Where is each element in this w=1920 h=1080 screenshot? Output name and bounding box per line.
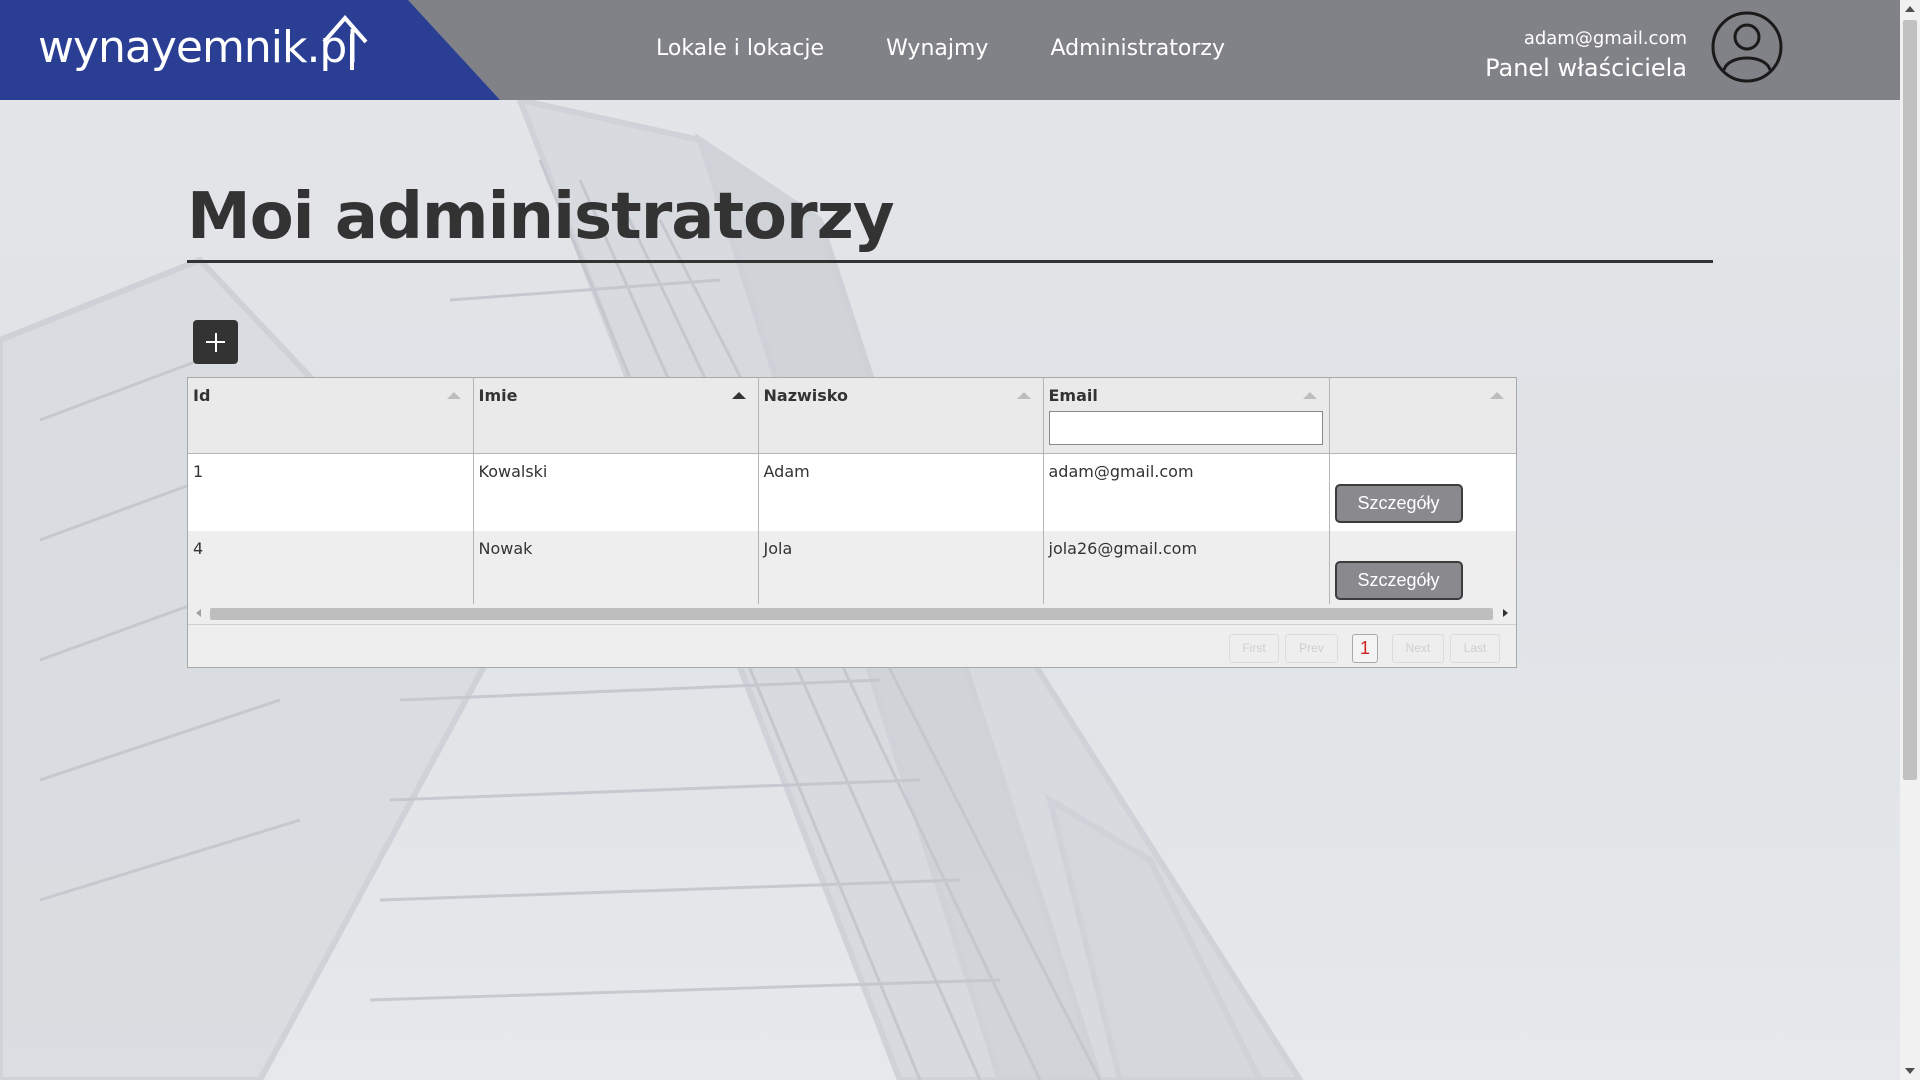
user-email: adam@gmail.com <box>1523 28 1687 49</box>
column-header-actions[interactable] <box>1329 378 1516 454</box>
column-header-label: Imie <box>478 386 518 405</box>
column-header-label: Id <box>193 386 211 405</box>
scroll-right-icon[interactable] <box>1503 609 1508 617</box>
column-header-imie[interactable]: Imie <box>473 378 759 454</box>
sort-arrow-icon[interactable] <box>1016 392 1031 399</box>
cell-id: 1 <box>188 453 474 531</box>
pager-current-page[interactable]: 1 <box>1352 634 1378 663</box>
sort-arrow-icon[interactable] <box>446 392 461 399</box>
column-header-id[interactable]: Id <box>188 378 474 454</box>
scroll-thumb[interactable] <box>1903 20 1917 780</box>
vertical-scrollbar[interactable] <box>1900 0 1920 1080</box>
cell-imie: Nowak <box>473 531 759 608</box>
cell-nazwisko: Adam <box>758 453 1044 531</box>
logo[interactable]: wynayemnik.pl <box>0 0 500 100</box>
cell-email: jola26@gmail.com <box>1043 531 1330 608</box>
column-header-label: Nazwisko <box>763 386 849 405</box>
cell-actions: Szczegóły <box>1329 453 1516 531</box>
top-header: wynayemnik.pl Lokale i lokacje Wynajmy A… <box>0 0 1900 100</box>
scroll-up-icon[interactable] <box>1905 6 1915 12</box>
details-button[interactable]: Szczegóły <box>1334 484 1463 523</box>
column-header-email[interactable]: Email <box>1043 378 1330 454</box>
sort-arrow-icon[interactable] <box>1490 392 1504 399</box>
table-row[interactable]: 1 Kowalski Adam adam@gmail.com Szczegóły <box>188 453 1516 531</box>
cell-actions: Szczegóły <box>1329 531 1516 608</box>
cell-nazwisko: Jola <box>758 531 1044 608</box>
pager-prev-button[interactable]: Prev <box>1285 634 1338 663</box>
add-administrator-button[interactable] <box>193 320 238 364</box>
administrators-grid: Id Imie Nazwisko Email 1 Kowalski Adam a… <box>187 377 1517 668</box>
scroll-down-icon[interactable] <box>1905 1068 1915 1074</box>
cell-id: 4 <box>188 531 474 608</box>
panel-label[interactable]: Panel właściciela <box>1485 54 1687 82</box>
pagination: First Prev 1 Next Last <box>188 624 1516 667</box>
details-button[interactable]: Szczegóły <box>1334 561 1463 600</box>
horizontal-scroll-thumb[interactable] <box>210 608 1493 620</box>
nav-item-administratorzy[interactable]: Administratorzy <box>1050 36 1225 61</box>
table-row[interactable]: 4 Nowak Jola jola26@gmail.com Szczegóły <box>188 531 1516 608</box>
email-filter-input[interactable] <box>1048 411 1323 445</box>
nav-item-lokale[interactable]: Lokale i lokacje <box>656 36 824 61</box>
pager-last-button[interactable]: Last <box>1450 634 1500 663</box>
column-header-nazwisko[interactable]: Nazwisko <box>758 378 1044 454</box>
column-header-label: Email <box>1048 386 1098 405</box>
nav-item-wynajmy[interactable]: Wynajmy <box>886 36 988 61</box>
scroll-left-icon[interactable] <box>196 609 201 617</box>
logo-text: wynayemnik.pl <box>38 22 359 73</box>
pager-next-button[interactable]: Next <box>1392 634 1444 663</box>
cell-email: adam@gmail.com <box>1043 453 1330 531</box>
main-nav: Lokale i lokacje Wynajmy Administratorzy <box>656 36 1225 61</box>
pager-first-button[interactable]: First <box>1229 634 1279 663</box>
cell-imie: Kowalski <box>473 453 759 531</box>
title-divider <box>187 260 1713 263</box>
horizontal-scrollbar[interactable] <box>188 604 1516 622</box>
sort-arrow-icon[interactable] <box>731 392 746 399</box>
user-circle-icon[interactable] <box>1710 10 1784 84</box>
house-icon <box>322 14 368 70</box>
sort-arrow-icon[interactable] <box>1302 392 1317 399</box>
administrators-table: Id Imie Nazwisko Email 1 Kowalski Adam a… <box>188 378 1516 608</box>
page-title: Moi administratorzy <box>187 180 895 254</box>
